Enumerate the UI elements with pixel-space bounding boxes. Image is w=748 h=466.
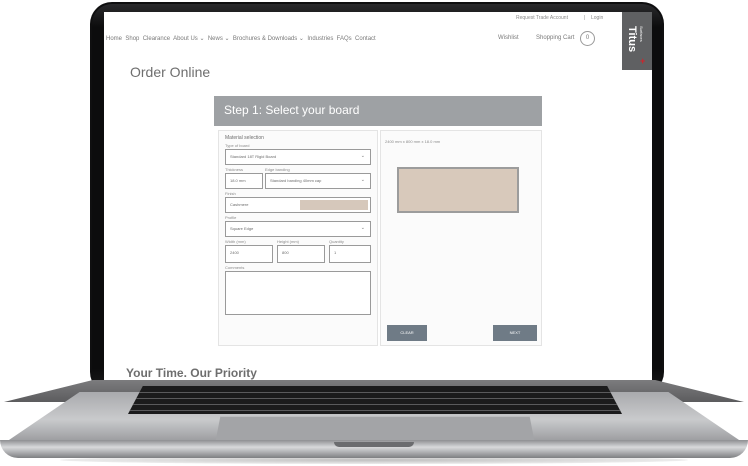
edge-banding-select[interactable]: Standard banding 40mm cap ⌄ (265, 173, 371, 189)
finish-label: Finish (225, 191, 236, 196)
key-row (128, 410, 622, 411)
height-value: 800 (282, 250, 289, 255)
width-input[interactable]: 2400 (225, 245, 273, 263)
chevron-down-icon: ⌄ (360, 225, 365, 231)
nav-item-news[interactable]: News (208, 36, 223, 42)
nav-item-industries[interactable]: Industries (307, 36, 333, 42)
profile-label: Profile (225, 215, 237, 220)
comments-label: Comments (225, 265, 245, 270)
chevron-down-icon: ⌄ (360, 177, 365, 183)
material-selection-panel: Material selection Type of board Standar… (218, 130, 378, 346)
section-heading: Your Time. Our Priority (126, 366, 257, 380)
key-row (128, 398, 622, 399)
shopping-cart-link[interactable]: Shopping Cart (536, 35, 574, 41)
nav-item-about-us[interactable]: About Us (173, 36, 198, 42)
preview-caption: 2400 mm x 800 mm x 18.0 mm (385, 139, 441, 144)
key-row (128, 404, 622, 405)
brand-name: Titus (626, 26, 638, 53)
board-preview-panel: 2400 mm x 800 mm x 18.0 mm CLEAR NEXT (380, 130, 542, 346)
page-title: Order Online (130, 64, 211, 80)
profile-select[interactable]: Square Edge ⌄ (225, 221, 371, 237)
section-label: Material selection (225, 135, 264, 141)
brand-plus-icon: + (640, 56, 646, 66)
thickness-select[interactable]: 18.0 mm (225, 173, 263, 189)
step-title: Step 1: Select your board (224, 103, 360, 117)
comments-textarea[interactable] (225, 271, 371, 315)
chevron-down-icon: ⌄ (297, 36, 304, 42)
cart-count-badge[interactable]: 0 (580, 31, 595, 46)
quantity-input[interactable]: 1 (329, 245, 371, 263)
width-label: Width (mm) (225, 239, 246, 244)
login-link[interactable]: Login (591, 15, 603, 21)
type-of-board-select[interactable]: Standard 18T Rigid Board ⌄ (225, 149, 371, 165)
separator: | (584, 15, 586, 21)
type-label: Type of board (225, 143, 250, 148)
step-header: Step 1: Select your board (214, 96, 542, 126)
quantity-value: 1 (334, 250, 337, 255)
brand-subtitle: Surfaces (639, 26, 644, 42)
quantity-label: Quantity (329, 239, 344, 244)
keyboard (128, 386, 622, 414)
next-button[interactable]: NEXT (493, 325, 537, 341)
laptop-notch (334, 442, 414, 447)
wishlist-link[interactable]: Wishlist (498, 35, 519, 41)
nav-item-home[interactable]: Home (106, 36, 122, 42)
clear-button[interactable]: CLEAR (387, 325, 427, 341)
finish-select[interactable]: Cashmere (225, 197, 371, 213)
height-input[interactable]: 800 (277, 245, 325, 263)
nav-item-contact[interactable]: Contact (355, 36, 376, 42)
nav-item-faqs[interactable]: FAQs (337, 36, 352, 42)
nav-item-brochures[interactable]: Brochures & Downloads (233, 36, 297, 42)
request-trade-account-link[interactable]: Request Trade Account (516, 15, 568, 21)
edge-value: Standard banding 40mm cap (270, 178, 322, 183)
laptop-screen: Request Trade Account | Login Home Shop … (104, 12, 652, 380)
chevron-down-icon: ⌄ (197, 36, 205, 42)
key-row (128, 392, 622, 393)
height-label: Height (mm) (277, 239, 300, 244)
thickness-value: 18.0 mm (230, 178, 246, 183)
board-preview (397, 167, 519, 213)
profile-value: Square Edge (230, 226, 254, 231)
width-value: 2400 (230, 250, 239, 255)
finish-value: Cashmere (230, 202, 249, 207)
edge-label: Edge banding (265, 167, 290, 172)
brand-logo[interactable]: Titus Surfaces + (622, 12, 652, 70)
nav-item-shop[interactable]: Shop (125, 36, 139, 42)
thickness-label: Thickness (225, 167, 244, 172)
type-value: Standard 18T Rigid Board (230, 154, 277, 159)
main-nav: Home Shop Clearance About Us ⌄ News ⌄ Br… (106, 35, 376, 42)
chevron-down-icon: ⌄ (360, 153, 365, 159)
finish-swatch (300, 200, 368, 210)
nav-item-clearance[interactable]: Clearance (143, 36, 170, 42)
chevron-down-icon: ⌄ (222, 36, 230, 42)
